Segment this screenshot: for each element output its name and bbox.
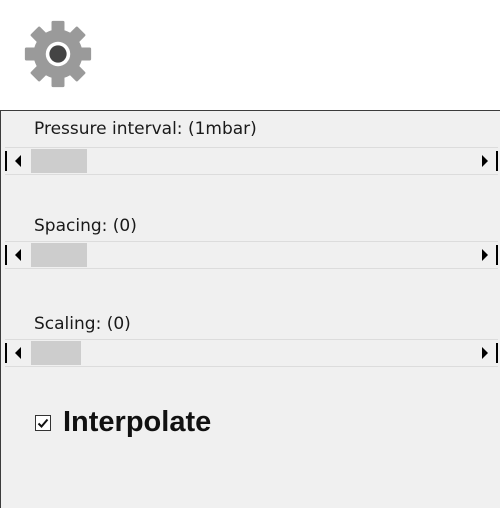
- spacing-scrollbar[interactable]: [5, 241, 498, 269]
- settings-panel: Pressure interval: (1mbar) Spacing: (0): [0, 110, 500, 508]
- arrow-right-icon: [482, 249, 488, 261]
- scroll-left-button[interactable]: [5, 148, 31, 174]
- gear-icon[interactable]: [22, 18, 94, 90]
- arrow-left-icon: [15, 249, 21, 261]
- app-root: Pressure interval: (1mbar) Spacing: (0): [0, 0, 500, 508]
- scroll-right-button[interactable]: [472, 242, 498, 268]
- arrow-right-icon: [482, 155, 488, 167]
- interpolate-row[interactable]: Interpolate: [35, 406, 211, 439]
- pressure-interval-scrollbar[interactable]: [5, 147, 498, 175]
- interpolate-label: Interpolate: [63, 406, 212, 438]
- arrow-left-icon: [15, 155, 21, 167]
- scrollbar-thumb[interactable]: [31, 341, 81, 365]
- spacing-label: Spacing: (0): [34, 216, 137, 236]
- scrollbar-thumb[interactable]: [31, 243, 87, 267]
- arrow-left-icon: [15, 347, 21, 359]
- scroll-left-button[interactable]: [5, 340, 31, 366]
- scroll-left-button[interactable]: [5, 242, 31, 268]
- scroll-right-button[interactable]: [472, 148, 498, 174]
- arrow-right-icon: [482, 347, 488, 359]
- checkmark-icon: [37, 418, 49, 428]
- scaling-label: Scaling: (0): [34, 314, 131, 334]
- scroll-right-button[interactable]: [472, 340, 498, 366]
- scrollbar-thumb[interactable]: [31, 149, 87, 173]
- pressure-interval-label: Pressure interval: (1mbar): [34, 119, 257, 139]
- interpolate-checkbox[interactable]: [35, 414, 51, 431]
- scaling-scrollbar[interactable]: [5, 339, 498, 367]
